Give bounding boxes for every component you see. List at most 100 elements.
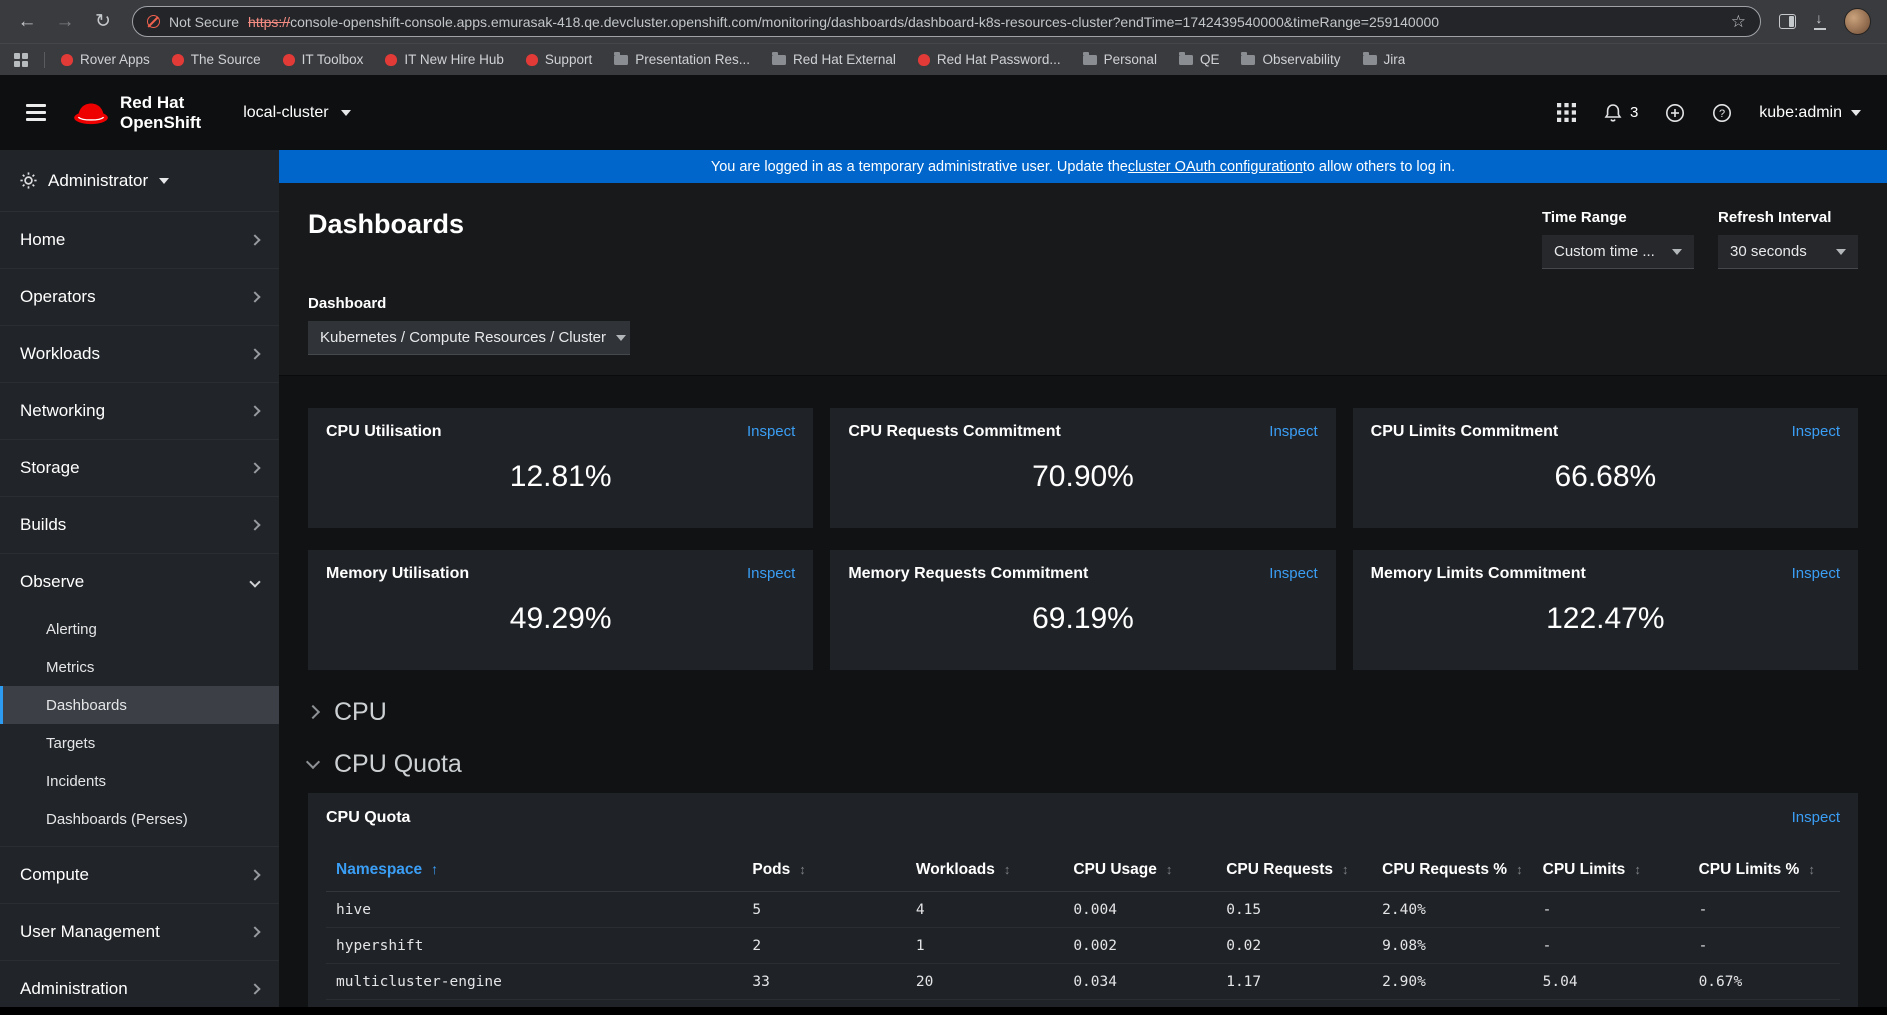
dashboard-select[interactable]: Kubernetes / Compute Resources / Cluster bbox=[308, 321, 630, 355]
menu-toggle-icon[interactable] bbox=[26, 104, 46, 121]
notifications-button[interactable]: 3 bbox=[1603, 103, 1638, 123]
sidebar-item-builds[interactable]: Builds bbox=[0, 497, 279, 553]
card-value: 69.19% bbox=[848, 583, 1317, 655]
bookmark-presentation-res[interactable]: Presentation Res... bbox=[614, 52, 750, 67]
inspect-link[interactable]: Inspect bbox=[747, 565, 795, 582]
sidebar-item-dashboards[interactable]: Dashboards bbox=[0, 686, 279, 724]
chevron-right-icon bbox=[249, 234, 260, 245]
inspect-link[interactable]: Inspect bbox=[747, 423, 795, 440]
table-body: hive540.0040.152.40%--hypershift210.0020… bbox=[326, 892, 1840, 1008]
sidebar-item-operators[interactable]: Operators bbox=[0, 269, 279, 325]
sidebar-item-dashboards-perses[interactable]: Dashboards (Perses) bbox=[0, 800, 279, 838]
card-head: Memory UtilisationInspect bbox=[326, 565, 795, 583]
sidebar-item-compute[interactable]: Compute bbox=[0, 847, 279, 903]
url-scheme: https:// bbox=[248, 14, 290, 30]
col-header-cpu-limits[interactable]: CPU Limits %↕ bbox=[1689, 849, 1840, 892]
sort-icon: ↕ bbox=[1516, 862, 1523, 877]
profile-avatar[interactable] bbox=[1844, 8, 1871, 35]
dashboard-body: CPU UtilisationInspect12.81%CPU Requests… bbox=[279, 376, 1887, 1007]
bookmark-label: The Source bbox=[191, 52, 261, 67]
metric-cards: CPU UtilisationInspect12.81%CPU Requests… bbox=[308, 408, 1858, 670]
sidebar-item-incidents[interactable]: Incidents bbox=[0, 762, 279, 800]
inspect-link[interactable]: Inspect bbox=[1269, 423, 1317, 440]
sidebar-item-alerting[interactable]: Alerting bbox=[0, 610, 279, 648]
side-panel-icon[interactable] bbox=[1779, 14, 1796, 29]
forward-button[interactable]: → bbox=[48, 5, 82, 39]
refresh-interval-select[interactable]: 30 seconds bbox=[1718, 235, 1858, 269]
help-icon[interactable]: ? bbox=[1712, 103, 1732, 123]
cluster-selector[interactable]: local-cluster bbox=[243, 104, 350, 122]
bookmark-rover-apps[interactable]: Rover Apps bbox=[61, 52, 150, 67]
col-header-namespace[interactable]: Namespace↑ bbox=[326, 849, 742, 892]
bookmark-label: IT New Hire Hub bbox=[404, 52, 504, 67]
col-label: Namespace bbox=[336, 861, 422, 878]
bookmark-it-new-hire-hub[interactable]: IT New Hire Hub bbox=[385, 52, 504, 67]
col-header-cpu-usage[interactable]: CPU Usage↕ bbox=[1063, 849, 1216, 892]
browser-toolbar: ← → ↻ Not Secure https://console-openshi… bbox=[0, 0, 1887, 43]
cell-namespace: hypershift bbox=[326, 928, 742, 964]
perspective-switcher[interactable]: Administrator bbox=[0, 150, 279, 212]
caret-down-icon bbox=[341, 110, 351, 116]
caret-down-icon bbox=[159, 178, 169, 184]
bookmark-support[interactable]: Support bbox=[526, 52, 592, 67]
col-header-cpu-requests[interactable]: CPU Requests↕ bbox=[1216, 849, 1372, 892]
bookmark-star-icon[interactable]: ☆ bbox=[1731, 12, 1746, 32]
refresh-button[interactable]: ↻ bbox=[86, 5, 120, 39]
url-text: https://console-openshift-console.apps.e… bbox=[248, 14, 1722, 30]
perspective-label: Administrator bbox=[48, 171, 148, 191]
favicon-icon bbox=[172, 54, 184, 66]
bookmark-red-hat-password[interactable]: Red Hat Password... bbox=[918, 52, 1061, 67]
user-menu[interactable]: kube:admin bbox=[1759, 104, 1861, 122]
sidebar-item-targets[interactable]: Targets bbox=[0, 724, 279, 762]
sidebar-item-home[interactable]: Home bbox=[0, 212, 279, 268]
inspect-link[interactable]: Inspect bbox=[1269, 565, 1317, 582]
cell-value: - bbox=[1533, 892, 1689, 928]
bookmarks-bar: Rover Apps The Source IT Toolbox IT New Hir… bbox=[0, 43, 1887, 75]
bookmark-observability[interactable]: Observability bbox=[1241, 52, 1340, 67]
bookmark-the-source[interactable]: The Source bbox=[172, 52, 261, 67]
bookmark-label: Support bbox=[545, 52, 592, 67]
chevron-right-icon bbox=[249, 405, 260, 416]
apps-grid-icon[interactable] bbox=[14, 53, 28, 67]
time-range-select[interactable]: Custom time ... bbox=[1542, 235, 1694, 269]
oauth-config-link[interactable]: cluster OAuth configuration bbox=[1128, 159, 1303, 175]
bookmark-jira[interactable]: Jira bbox=[1363, 52, 1406, 67]
col-label: CPU Usage bbox=[1073, 861, 1157, 878]
section-cpu[interactable]: CPU bbox=[308, 690, 1858, 734]
bell-icon bbox=[1603, 103, 1623, 123]
folder-icon bbox=[1179, 55, 1193, 65]
back-button[interactable]: ← bbox=[10, 5, 44, 39]
inspect-link[interactable]: Inspect bbox=[1792, 565, 1840, 582]
sidebar-item-networking[interactable]: Networking bbox=[0, 383, 279, 439]
sidebar-item-storage[interactable]: Storage bbox=[0, 440, 279, 496]
bookmark-it-toolbox[interactable]: IT Toolbox bbox=[283, 52, 364, 67]
nav-label: Observe bbox=[20, 572, 84, 592]
banner-text-post: to allow others to log in. bbox=[1303, 159, 1455, 175]
address-bar[interactable]: Not Secure https://console-openshift-con… bbox=[132, 6, 1761, 37]
sidebar-item-metrics[interactable]: Metrics bbox=[0, 648, 279, 686]
openshift-logo[interactable]: Red Hat OpenShift bbox=[72, 93, 201, 131]
inspect-link[interactable]: Inspect bbox=[1792, 423, 1840, 440]
sidebar-item-observe[interactable]: Observe bbox=[0, 554, 279, 610]
cpu-quota-table: Namespace↑Pods↕Workloads↕CPU Usage↕CPU R… bbox=[326, 849, 1840, 1007]
downloads-icon[interactable] bbox=[1812, 13, 1828, 30]
col-header-pods[interactable]: Pods↕ bbox=[742, 849, 906, 892]
bookmark-qe[interactable]: QE bbox=[1179, 52, 1220, 67]
inspect-link[interactable]: Inspect bbox=[1792, 809, 1840, 826]
quick-create-icon[interactable] bbox=[1665, 103, 1685, 123]
bookmark-label: Observability bbox=[1262, 52, 1340, 67]
bookmark-personal[interactable]: Personal bbox=[1083, 52, 1157, 67]
section-cpu-quota[interactable]: CPU Quota bbox=[308, 742, 1858, 786]
sidebar-item-administration[interactable]: Administration bbox=[0, 961, 279, 1007]
sidebar-nav: HomeOperatorsWorkloadsNetworkingStorageB… bbox=[0, 212, 279, 1007]
bookmark-red-hat-external[interactable]: Red Hat External bbox=[772, 52, 896, 67]
col-header-cpu-requests[interactable]: CPU Requests %↕ bbox=[1372, 849, 1532, 892]
chevron-right-icon bbox=[249, 291, 260, 302]
col-header-cpu-limits[interactable]: CPU Limits↕ bbox=[1533, 849, 1689, 892]
cell-value: - bbox=[1533, 928, 1689, 964]
col-header-workloads[interactable]: Workloads↕ bbox=[906, 849, 1063, 892]
card-title: CPU Limits Commitment bbox=[1371, 423, 1559, 441]
sidebar-item-user-management[interactable]: User Management bbox=[0, 904, 279, 960]
sidebar-item-workloads[interactable]: Workloads bbox=[0, 326, 279, 382]
app-launcher-icon[interactable] bbox=[1557, 103, 1576, 122]
